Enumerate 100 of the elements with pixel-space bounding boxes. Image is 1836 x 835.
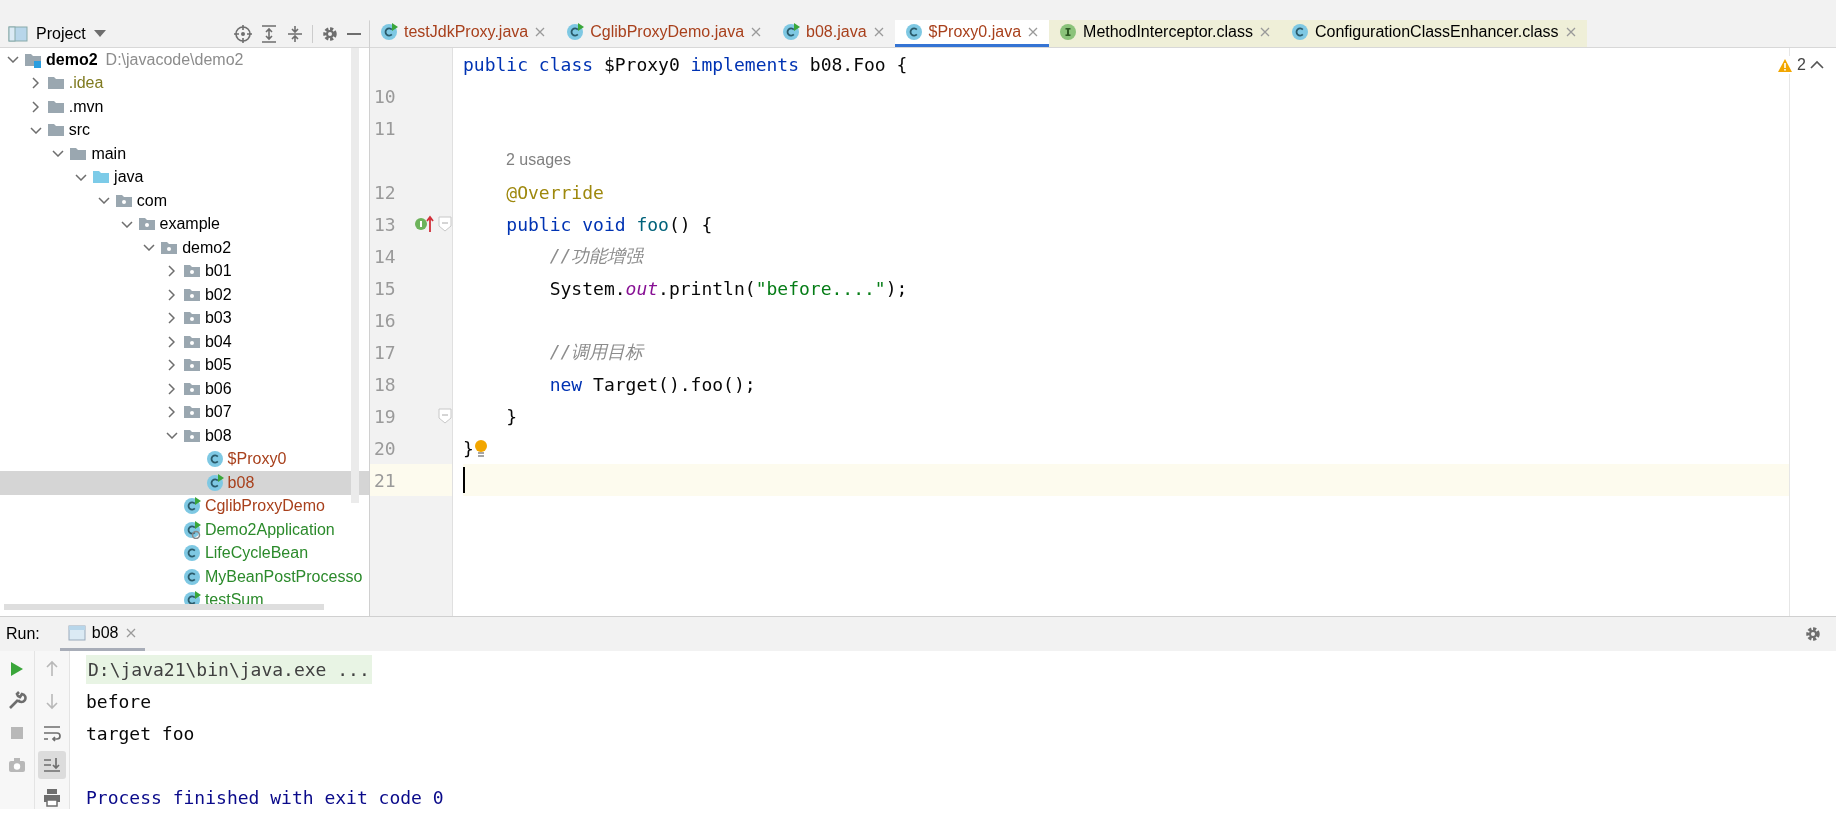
- minimize-icon: [347, 32, 361, 35]
- item-label: demo2: [46, 50, 98, 69]
- run-tab[interactable]: b08: [59, 617, 145, 651]
- tree-item[interactable]: b08: [0, 424, 369, 448]
- line-number: 15: [373, 277, 397, 299]
- item-label: com: [136, 191, 168, 210]
- scrollbar[interactable]: [351, 48, 359, 503]
- item-label: b06: [204, 379, 232, 398]
- item-label: b07: [204, 403, 232, 422]
- console-icon: [67, 624, 86, 641]
- tree-item[interactable]: b06: [0, 377, 369, 401]
- code-line: System.out.println("before....");: [548, 277, 908, 299]
- tree-item[interactable]: .idea: [0, 71, 369, 95]
- tree-item[interactable]: Demo2Application: [0, 518, 369, 542]
- close-icon: [1564, 26, 1577, 38]
- tree-item[interactable]: MyBeanPostProcesso: [0, 565, 369, 589]
- tree-item[interactable]: b03: [0, 306, 369, 330]
- runnable-class-icon: [782, 23, 801, 41]
- tab-label: testJdkProxy.java: [404, 23, 529, 41]
- item-label: MyBeanPostProcesso: [204, 567, 363, 586]
- tree-item[interactable]: CglibProxyDemo: [0, 494, 369, 518]
- tab-label: b08.java: [806, 23, 867, 41]
- item-label: LifeCycleBean: [204, 544, 309, 563]
- scroll-to-end-button[interactable]: [38, 751, 66, 779]
- editor-tab[interactable]: ConfigurationClassEnhancer.class: [1280, 20, 1587, 47]
- editor-tab[interactable]: testJdkProxy.java: [370, 20, 557, 47]
- code-line: //功能增强: [548, 244, 644, 268]
- console-output: target foo: [86, 722, 195, 744]
- line-number: 21: [373, 469, 397, 491]
- line-number: 20: [373, 437, 397, 459]
- tree-item[interactable]: example: [0, 212, 369, 236]
- editor-tab[interactable]: MethodInterceptor.class: [1049, 20, 1281, 47]
- panel-title: Run:: [6, 625, 40, 643]
- close-icon: [124, 626, 137, 639]
- warning-count[interactable]: 2: [1797, 56, 1806, 74]
- caret-icon: [93, 29, 106, 38]
- line-number: 13: [373, 213, 397, 235]
- code-line: public class $Proxy0 implements b08.Foo {: [463, 53, 908, 75]
- code-line: }: [463, 437, 474, 459]
- tree-item[interactable]: $Proxy0: [0, 447, 369, 471]
- tree-item[interactable]: demo2 D:\javacode\demo2: [0, 48, 369, 72]
- class-icon: [182, 544, 201, 563]
- item-label: b08: [227, 473, 255, 492]
- code-line: @Override: [505, 181, 604, 203]
- item-label: b08: [204, 426, 232, 445]
- tree-item[interactable]: src: [0, 118, 369, 142]
- chevron-up-icon: [1810, 60, 1824, 70]
- item-label: java: [114, 168, 144, 187]
- item-label: demo2: [182, 238, 232, 257]
- tree-item[interactable]: b04: [0, 330, 369, 354]
- editor-tab[interactable]: $Proxy0.java: [894, 20, 1050, 47]
- class-icon: [205, 450, 224, 469]
- scrollbar[interactable]: [4, 604, 324, 610]
- item-label: b04: [204, 332, 232, 351]
- line-number: 10: [373, 85, 397, 107]
- line-number: 18: [373, 373, 397, 395]
- tree-item[interactable]: .mvn: [0, 95, 369, 119]
- item-label: .mvn: [68, 97, 104, 116]
- line-number: 14: [373, 245, 397, 267]
- tree-item[interactable]: LifeCycleBean: [0, 541, 369, 565]
- close-icon: [1258, 26, 1271, 38]
- settings-icon: [321, 24, 339, 43]
- item-label: b05: [204, 356, 232, 375]
- console-status: Process finished with exit code 0: [86, 786, 444, 808]
- close-icon: [1027, 26, 1040, 38]
- tree-item[interactable]: demo2: [0, 236, 369, 260]
- usages-hint[interactable]: 2 usages: [506, 151, 571, 169]
- item-label: b02: [204, 285, 232, 304]
- item-label: CglibProxyDemo: [204, 497, 325, 516]
- code-line: new Target().foo();: [548, 373, 756, 395]
- close-icon: [750, 26, 763, 38]
- panel-title[interactable]: Project: [36, 24, 86, 43]
- runnable-class-icon: [566, 23, 585, 41]
- tree-item[interactable]: main: [0, 142, 369, 166]
- scroll-to-end-icon: [42, 755, 62, 775]
- module-path: D:\javacode\demo2: [105, 50, 244, 69]
- tree-item[interactable]: b01: [0, 259, 369, 283]
- tree-item[interactable]: java: [0, 165, 369, 189]
- tree-item[interactable]: b08: [0, 471, 369, 495]
- tab-label: $Proxy0.java: [928, 23, 1022, 41]
- item-label: b01: [204, 262, 232, 281]
- tree-item[interactable]: b07: [0, 400, 369, 424]
- code-line: //调用目标: [548, 340, 644, 364]
- editor-tab[interactable]: b08.java: [772, 20, 895, 47]
- tree-item[interactable]: b05: [0, 353, 369, 377]
- runnable-class-icon: [205, 473, 224, 492]
- close-icon: [872, 26, 885, 38]
- tree-item[interactable]: com: [0, 189, 369, 213]
- collapse-all-icon: [286, 24, 304, 43]
- item-label: .idea: [68, 74, 104, 93]
- item-label: main: [91, 144, 127, 163]
- close-icon: [534, 26, 547, 38]
- item-label: src: [68, 121, 90, 140]
- tab-label: ConfigurationClassEnhancer.class: [1314, 23, 1559, 41]
- locate-icon: [234, 24, 252, 43]
- camera-icon: [7, 755, 27, 775]
- editor-tab[interactable]: CglibProxyDemo.java: [556, 20, 773, 47]
- tab-label: MethodInterceptor.class: [1083, 23, 1253, 41]
- tree-item[interactable]: b02: [0, 283, 369, 307]
- item-label: example: [159, 215, 220, 234]
